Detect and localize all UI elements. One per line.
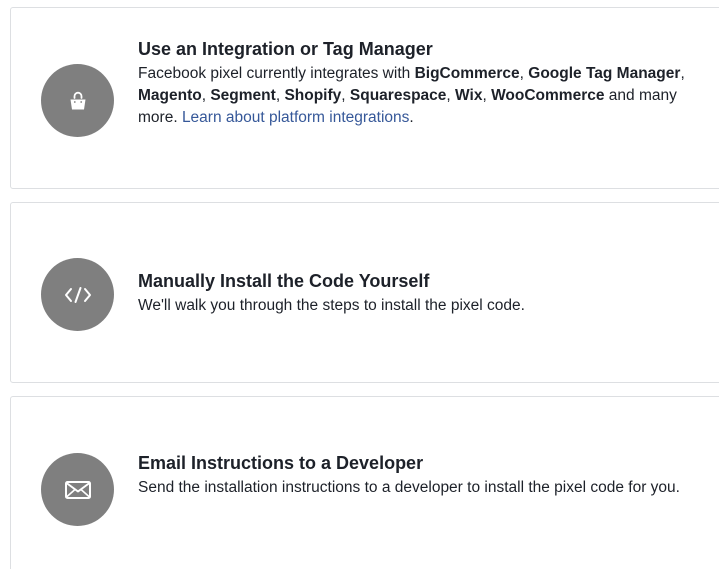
integration-text: Use an Integration or Tag Manager Facebo… [138, 37, 698, 129]
integration-end: . [409, 109, 414, 126]
platform-name: Squarespace [349, 87, 447, 104]
envelope-icon [41, 453, 114, 526]
email-developer-text: Email Instructions to a Developer Send t… [138, 451, 698, 499]
platform-name: BigCommerce [414, 65, 520, 82]
platform-name: Wix [455, 87, 483, 104]
email-developer-title: Email Instructions to a Developer [138, 453, 424, 473]
integration-title: Use an Integration or Tag Manager [138, 39, 433, 59]
integration-intro: Facebook pixel currently integrates with [138, 65, 415, 82]
platform-separator: , [341, 87, 350, 104]
code-icon [41, 258, 114, 331]
platform-name: Google Tag Manager [528, 65, 681, 82]
manual-install-description: We'll walk you through the steps to inst… [138, 297, 525, 314]
platform-separator: , [446, 87, 456, 104]
platform-name: Segment [210, 87, 276, 104]
integration-description: Facebook pixel currently integrates with… [138, 63, 698, 129]
platform-name: Shopify [284, 87, 342, 104]
email-developer-option-card[interactable]: Email Instructions to a Developer Send t… [10, 396, 719, 569]
platform-name: WooCommerce [491, 87, 605, 104]
platform-separator: , [680, 65, 685, 82]
manual-install-option-card[interactable]: Manually Install the Code Yourself We'll… [10, 202, 719, 383]
platform-separator: , [482, 87, 492, 104]
platform-separator: , [519, 65, 529, 82]
manual-install-title: Manually Install the Code Yourself [138, 271, 430, 291]
learn-about-platform-integrations-link[interactable]: Learn about platform integrations [182, 109, 409, 126]
integration-option-card[interactable]: Use an Integration or Tag Manager Facebo… [10, 7, 719, 189]
email-developer-description: Send the installation instructions to a … [138, 479, 680, 496]
platform-name: Magento [138, 87, 202, 104]
manual-install-text: Manually Install the Code Yourself We'll… [138, 269, 698, 317]
shopping-bag-icon [41, 64, 114, 137]
